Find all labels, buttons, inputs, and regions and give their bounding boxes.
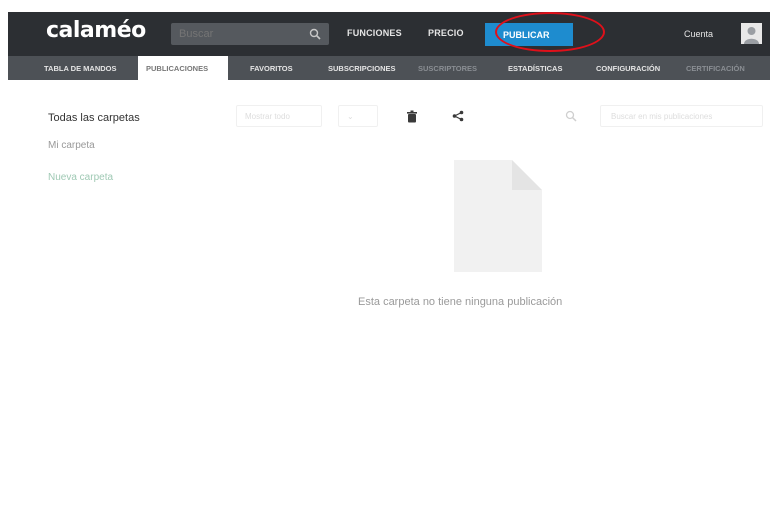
subnav-subscriptions[interactable]: SUBSCRIPCIONES bbox=[328, 56, 396, 80]
subnav-dashboard[interactable]: TABLA DE MANDOS bbox=[44, 56, 117, 80]
avatar[interactable] bbox=[741, 23, 762, 44]
subnav-favorites[interactable]: FAVORITOS bbox=[250, 56, 293, 80]
empty-state-message: Esta carpeta no tiene ninguna publicació… bbox=[358, 296, 563, 308]
action-dropdown[interactable]: ⌄ bbox=[338, 105, 378, 127]
sidebar-new-folder[interactable]: Nueva carpeta bbox=[48, 172, 113, 183]
search-icon[interactable] bbox=[301, 23, 329, 45]
subnav-settings[interactable]: CONFIGURACIÓN bbox=[596, 56, 660, 80]
sidebar-all-folders[interactable]: Todas las carpetas bbox=[48, 112, 140, 124]
subnav-statistics[interactable]: ESTADÍSTICAS bbox=[508, 56, 562, 80]
trash-icon[interactable] bbox=[401, 105, 423, 127]
subnav-subscribers[interactable]: SUSCRIPTORES bbox=[418, 56, 477, 80]
sub-navigation: TABLA DE MANDOS PUBLICACIONES FAVORITOS … bbox=[8, 56, 770, 80]
filter-dropdown[interactable]: Mostrar todo bbox=[236, 105, 322, 127]
logo[interactable]: calaméo bbox=[46, 18, 146, 43]
subnav-certification[interactable]: CERTIFICACIÓN bbox=[686, 56, 745, 80]
search-icon[interactable] bbox=[560, 105, 582, 127]
nav-features-link[interactable]: FUNCIONES bbox=[347, 28, 402, 38]
sidebar-my-folder[interactable]: Mi carpeta bbox=[48, 140, 95, 151]
publications-search-input[interactable]: Buscar en mis publicaciones bbox=[600, 105, 763, 127]
empty-document-icon bbox=[454, 160, 542, 277]
nav-pricing-link[interactable]: PRECIO bbox=[428, 28, 464, 38]
account-label[interactable]: Cuenta bbox=[684, 29, 713, 39]
search-input[interactable] bbox=[171, 23, 301, 45]
app-window: calaméo FUNCIONES PRECIO PUBLICAR Cuenta… bbox=[8, 12, 770, 524]
search-box[interactable] bbox=[171, 23, 329, 45]
top-bar: calaméo FUNCIONES PRECIO PUBLICAR Cuenta bbox=[8, 12, 770, 56]
subnav-publications[interactable]: PUBLICACIONES bbox=[138, 56, 228, 80]
share-icon[interactable] bbox=[447, 105, 469, 127]
publish-button[interactable]: PUBLICAR bbox=[485, 23, 573, 46]
